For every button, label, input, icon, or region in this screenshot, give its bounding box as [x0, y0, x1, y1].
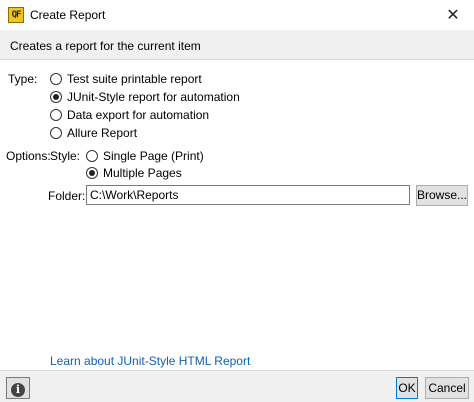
info-icon: i — [11, 382, 25, 397]
radio-circle-icon — [86, 150, 98, 162]
folder-label: Folder: — [48, 189, 86, 203]
options-label: Options: — [6, 149, 51, 163]
radio-label: JUnit-Style report for automation — [67, 90, 240, 104]
radio-label: Multiple Pages — [103, 166, 182, 180]
radio-data-export[interactable]: Data export for automation — [50, 108, 209, 122]
radio-circle-icon — [50, 73, 62, 85]
close-button[interactable]: ✕ — [440, 3, 466, 27]
radio-label: Data export for automation — [67, 108, 210, 122]
window-title: Create Report — [30, 8, 106, 22]
radio-multiple-pages[interactable]: Multiple Pages — [86, 166, 182, 180]
radio-junit-style[interactable]: JUnit-Style report for automation — [50, 90, 240, 104]
dialog-footer: i OK Cancel — [0, 370, 474, 402]
app-logo-icon: QF — [8, 7, 24, 23]
radio-label: Allure Report — [67, 126, 138, 140]
style-label: Style: — [50, 149, 81, 163]
radio-label: Test suite printable report — [67, 72, 202, 86]
radio-circle-icon — [86, 167, 98, 179]
radio-circle-icon — [50, 127, 62, 139]
dialog-description: Creates a report for the current item — [10, 39, 201, 53]
description-banner: Creates a report for the current item — [0, 30, 474, 60]
radio-label: Single Page (Print) — [103, 149, 204, 163]
radio-single-page[interactable]: Single Page (Print) — [86, 149, 204, 163]
info-button[interactable]: i — [6, 377, 30, 399]
radio-allure-report[interactable]: Allure Report — [50, 126, 137, 140]
radio-circle-icon — [50, 109, 62, 121]
learn-more-link[interactable]: Learn about JUnit-Style HTML Report — [50, 354, 250, 368]
title-bar: QF Create Report ✕ — [0, 0, 474, 30]
ok-button[interactable]: OK — [396, 377, 418, 399]
radio-test-suite-printable[interactable]: Test suite printable report — [50, 72, 202, 86]
browse-button[interactable]: Browse... — [416, 185, 468, 206]
type-label: Type: — [8, 72, 38, 86]
cancel-button[interactable]: Cancel — [425, 377, 469, 399]
folder-input[interactable] — [86, 185, 410, 205]
radio-circle-icon — [50, 91, 62, 103]
